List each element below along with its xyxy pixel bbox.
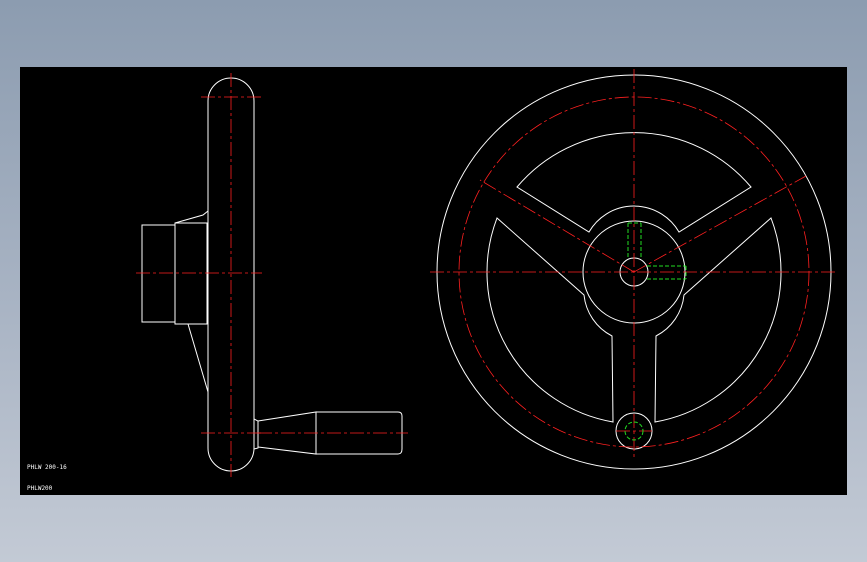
front-view-centerlines — [430, 69, 838, 459]
cad-viewport[interactable]: PHLW 200-16 PHLW200 — [20, 67, 847, 495]
hub-body — [174, 222, 208, 325]
part-code-label: PHLW 200-16 — [27, 464, 67, 471]
hub-lower-spoke — [187, 323, 209, 393]
drawing-canvas — [136, 69, 838, 477]
part-name-label: PHLW200 — [27, 485, 53, 492]
hub-boss — [141, 224, 176, 323]
side-view — [141, 77, 403, 472]
side-view-centerlines — [136, 73, 408, 477]
hub-upper-taper — [174, 210, 209, 224]
handle-stem — [253, 418, 259, 450]
right-opening — [654, 217, 782, 423]
